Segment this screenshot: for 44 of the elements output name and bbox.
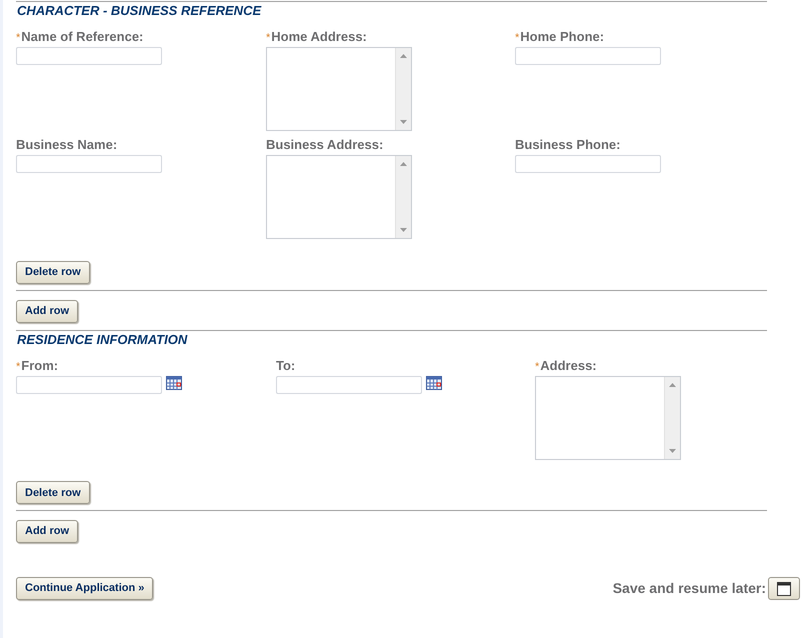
add-row-button[interactable]: Add row [16,520,78,543]
text-field[interactable] [515,155,661,173]
date-field[interactable] [276,376,422,394]
text-field[interactable] [515,47,661,65]
field-label: Address: [540,358,597,374]
required-mark: * [515,31,520,46]
required-mark: * [266,31,270,46]
scroll-down-icon[interactable] [400,120,407,124]
scrollbar[interactable] [664,376,680,458]
scrollbar[interactable] [395,48,411,130]
section-title: RESIDENCE INFORMATION [16,332,188,348]
field-label: Business Address: [266,137,384,153]
calendar-icon[interactable] [426,374,442,390]
field-label: Business Name: [16,137,118,153]
text-field[interactable] [16,47,162,65]
continue-button[interactable]: Continue Application » [16,577,154,600]
calendar-icon[interactable] [166,374,182,390]
section-title: CHARACTER - BUSINESS REFERENCE [16,3,262,19]
field-label: Name of Reference: [21,29,144,45]
field-label: Home Phone: [520,29,604,45]
text-area[interactable] [266,155,412,239]
scroll-down-icon[interactable] [400,228,407,232]
text-area[interactable] [535,376,681,460]
scroll-down-icon[interactable] [669,448,676,452]
scroll-up-icon[interactable] [669,382,676,386]
field-label: From: [21,358,58,374]
delete-row-button[interactable]: Delete row [16,481,90,504]
save-label: Save and resume later: [612,579,766,598]
required-mark: * [16,31,20,46]
text-area[interactable] [266,47,412,131]
add-row-button[interactable]: Add row [16,300,78,322]
scrollbar[interactable] [395,156,411,238]
save-button[interactable] [768,577,800,600]
scroll-up-icon[interactable] [400,54,407,58]
delete-row-button[interactable]: Delete row [16,260,90,284]
text-field[interactable] [16,155,162,173]
date-field[interactable] [16,376,162,394]
required-mark: * [16,360,20,374]
save-icon [777,582,791,596]
scroll-up-icon[interactable] [400,162,407,166]
field-label: Home Address: [271,29,367,45]
field-label: Business Phone: [515,137,620,153]
required-mark: * [535,360,540,374]
field-label: To: [276,358,296,374]
